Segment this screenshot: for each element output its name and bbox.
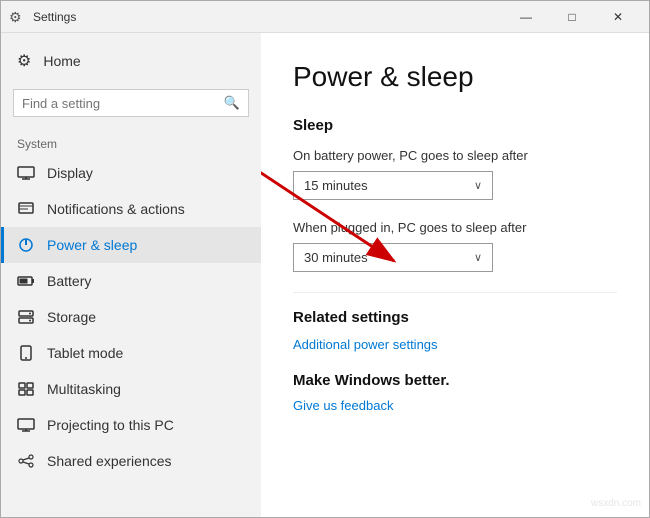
related-title: Related settings <box>293 309 617 326</box>
window-controls: — □ ✕ <box>503 1 641 33</box>
sidebar-item-display[interactable]: Display <box>1 155 261 191</box>
maximize-button[interactable]: □ <box>549 1 595 33</box>
sidebar-item-tablet[interactable]: Tablet mode <box>1 335 261 371</box>
sidebar-item-projecting[interactable]: Projecting to this PC <box>1 407 261 443</box>
title-bar: ⚙ Settings — □ ✕ <box>1 1 649 33</box>
home-icon: ⚙ <box>17 51 31 71</box>
plugged-sleep-label: When plugged in, PC goes to sleep after <box>293 220 617 235</box>
sidebar-item-power[interactable]: Power & sleep <box>1 227 261 263</box>
storage-icon <box>17 310 35 324</box>
feedback-link[interactable]: Give us feedback <box>293 398 393 413</box>
settings-window: ⚙ Settings — □ ✕ ⚙ Home 🔍 System Dis <box>0 0 650 518</box>
battery-sleep-label: On battery power, PC goes to sleep after <box>293 148 617 163</box>
close-button[interactable]: ✕ <box>595 1 641 33</box>
plugged-sleep-value: 30 minutes <box>304 250 368 265</box>
tablet-label: Tablet mode <box>47 345 123 361</box>
battery-icon <box>17 275 35 287</box>
power-label: Power & sleep <box>47 237 137 253</box>
content-area: ⚙ Home 🔍 System Display Notifications & … <box>1 33 649 517</box>
shared-label: Shared experiences <box>47 453 172 469</box>
plugged-dropdown-chevron: ∨ <box>474 251 482 264</box>
search-icon: 🔍 <box>224 95 240 111</box>
sidebar-section-label: System <box>1 125 261 155</box>
main-content: Power & sleep Sleep On battery power, PC… <box>261 33 649 517</box>
sidebar-item-notifications[interactable]: Notifications & actions <box>1 191 261 227</box>
multitasking-icon <box>17 382 35 396</box>
battery-label: Battery <box>47 273 91 289</box>
sidebar-item-home[interactable]: ⚙ Home <box>1 41 261 81</box>
multitasking-label: Multitasking <box>47 381 121 397</box>
sleep-section-title: Sleep <box>293 117 617 134</box>
make-better-title: Make Windows better. <box>293 372 617 389</box>
notifications-icon <box>17 201 35 217</box>
sidebar: ⚙ Home 🔍 System Display Notifications & … <box>1 33 261 517</box>
home-label: Home <box>43 53 80 69</box>
section-divider <box>293 292 617 293</box>
storage-label: Storage <box>47 309 96 325</box>
shared-icon <box>17 454 35 468</box>
display-icon <box>17 166 35 180</box>
annotation-arrow <box>261 33 649 517</box>
battery-dropdown-chevron: ∨ <box>474 179 482 192</box>
display-label: Display <box>47 165 93 181</box>
sidebar-item-shared[interactable]: Shared experiences <box>1 443 261 479</box>
additional-power-link[interactable]: Additional power settings <box>293 337 438 352</box>
make-better-section: Make Windows better. Give us feedback <box>293 372 617 413</box>
watermark: wsxdn.com <box>591 498 641 509</box>
sidebar-item-storage[interactable]: Storage <box>1 299 261 335</box>
power-icon <box>17 237 35 253</box>
related-section: Related settings Additional power settin… <box>293 309 617 352</box>
settings-icon: ⚙ <box>9 9 25 25</box>
window-title: Settings <box>33 10 503 24</box>
plugged-sleep-dropdown[interactable]: 30 minutes ∨ <box>293 243 493 272</box>
page-title: Power & sleep <box>293 61 617 93</box>
tablet-icon <box>17 345 35 361</box>
search-box[interactable]: 🔍 <box>13 89 249 117</box>
minimize-button[interactable]: — <box>503 1 549 33</box>
projecting-label: Projecting to this PC <box>47 417 174 433</box>
battery-sleep-value: 15 minutes <box>304 178 368 193</box>
battery-sleep-dropdown[interactable]: 15 minutes ∨ <box>293 171 493 200</box>
search-input[interactable] <box>22 96 224 111</box>
projecting-icon <box>17 418 35 432</box>
sidebar-item-battery[interactable]: Battery <box>1 263 261 299</box>
sleep-section: Sleep On battery power, PC goes to sleep… <box>293 117 617 272</box>
notifications-label: Notifications & actions <box>47 201 185 217</box>
sidebar-item-multitasking[interactable]: Multitasking <box>1 371 261 407</box>
